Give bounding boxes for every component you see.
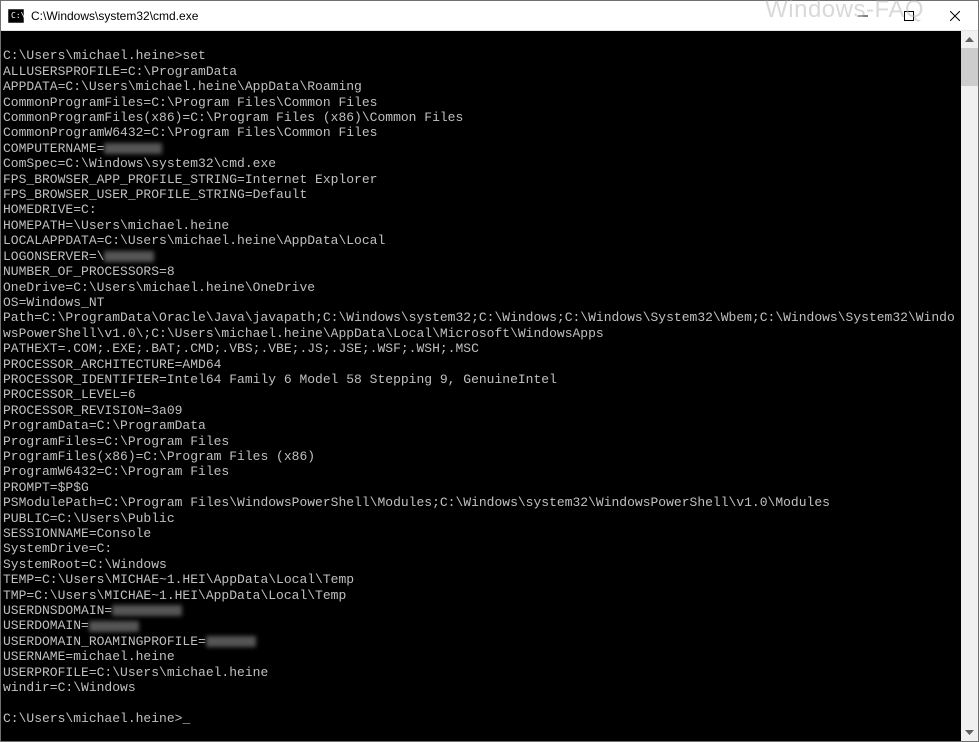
console-line: PUBLIC=C:\Users\Public bbox=[3, 511, 959, 526]
console-line: CommonProgramFiles=C:\Program Files\Comm… bbox=[3, 95, 959, 110]
console-line: ProgramFiles(x86)=C:\Program Files (x86) bbox=[3, 449, 959, 464]
console-line: PROCESSOR_IDENTIFIER=Intel64 Family 6 Mo… bbox=[3, 372, 959, 387]
vertical-scrollbar[interactable] bbox=[961, 31, 978, 741]
console-line: HOMEDRIVE=C: bbox=[3, 202, 959, 217]
maximize-button[interactable] bbox=[886, 1, 932, 30]
console-line: OS=Windows_NT bbox=[3, 295, 959, 310]
console-line: PROMPT=$P$G bbox=[3, 480, 959, 495]
console-blank-line bbox=[3, 33, 959, 48]
console-prompt: C:\Users\michael.heine> bbox=[3, 711, 959, 726]
console-line: SystemRoot=C:\Windows bbox=[3, 557, 959, 572]
console-line: TEMP=C:\Users\MICHAE~1.HEI\AppData\Local… bbox=[3, 572, 959, 587]
console-line: CommonProgramFiles(x86)=C:\Program Files… bbox=[3, 110, 959, 125]
console-line: OneDrive=C:\Users\michael.heine\OneDrive bbox=[3, 280, 959, 295]
svg-text:C:\: C:\ bbox=[11, 11, 24, 20]
console-line: HOMEPATH=\Users\michael.heine bbox=[3, 218, 959, 233]
console-line: PATHEXT=.COM;.EXE;.BAT;.CMD;.VBS;.VBE;.J… bbox=[3, 341, 959, 356]
cmd-window: C:\ C:\Windows\system32\cmd.exe C:\Users… bbox=[0, 0, 979, 742]
console-line: ProgramW6432=C:\Program Files bbox=[3, 464, 959, 479]
console-line: NUMBER_OF_PROCESSORS=8 bbox=[3, 264, 959, 279]
console-line: USERDOMAIN_ROAMINGPROFILE=XXXXX bbox=[3, 634, 959, 649]
minimize-button[interactable] bbox=[840, 1, 886, 30]
console-line: C:\Users\michael.heine>set bbox=[3, 48, 959, 63]
cmd-icon: C:\ bbox=[8, 8, 24, 24]
console-line: ALLUSERSPROFILE=C:\ProgramData bbox=[3, 64, 959, 79]
console-line: FPS_BROWSER_APP_PROFILE_STRING=Internet … bbox=[3, 172, 959, 187]
console-line: ProgramData=C:\ProgramData bbox=[3, 418, 959, 433]
console-line: windir=C:\Windows bbox=[3, 680, 959, 695]
scroll-down-button[interactable] bbox=[961, 724, 978, 741]
window-controls bbox=[840, 1, 978, 30]
console-line: LOCALAPPDATA=C:\Users\michael.heine\AppD… bbox=[3, 233, 959, 248]
console-line: FPS_BROWSER_USER_PROFILE_STRING=Default bbox=[3, 187, 959, 202]
console-line: SESSIONNAME=Console bbox=[3, 526, 959, 541]
console-line: USERNAME=michael.heine bbox=[3, 649, 959, 664]
console-line: LOGONSERVER=\XXXXX bbox=[3, 249, 959, 264]
console-line: PSModulePath=C:\Program Files\WindowsPow… bbox=[3, 495, 959, 510]
console-line: CommonProgramW6432=C:\Program Files\Comm… bbox=[3, 125, 959, 140]
close-button[interactable] bbox=[932, 1, 978, 30]
console-line: SystemDrive=C: bbox=[3, 541, 959, 556]
scroll-up-button[interactable] bbox=[961, 31, 978, 48]
console-line: PROCESSOR_REVISION=3a09 bbox=[3, 403, 959, 418]
console-line: ProgramFiles=C:\Program Files bbox=[3, 434, 959, 449]
console-line: USERDNSDOMAIN=XXXXX bbox=[3, 603, 959, 618]
console-line: PROCESSOR_LEVEL=6 bbox=[3, 387, 959, 402]
console-line: APPDATA=C:\Users\michael.heine\AppData\R… bbox=[3, 79, 959, 94]
console-line: ComSpec=C:\Windows\system32\cmd.exe bbox=[3, 156, 959, 171]
console-blank-line bbox=[3, 695, 959, 710]
console-area: C:\Users\michael.heine>setALLUSERSPROFIL… bbox=[1, 31, 978, 741]
titlebar[interactable]: C:\ C:\Windows\system32\cmd.exe bbox=[1, 1, 978, 31]
console-line: USERPROFILE=C:\Users\michael.heine bbox=[3, 665, 959, 680]
console-line: PROCESSOR_ARCHITECTURE=AMD64 bbox=[3, 357, 959, 372]
scroll-track[interactable] bbox=[961, 48, 978, 724]
console-output[interactable]: C:\Users\michael.heine>setALLUSERSPROFIL… bbox=[1, 31, 961, 741]
console-line: Path=C:\ProgramData\Oracle\Java\javapath… bbox=[3, 310, 959, 341]
console-line: COMPUTERNAME=XXXXX bbox=[3, 141, 959, 156]
window-title: C:\Windows\system32\cmd.exe bbox=[31, 9, 840, 23]
console-line: USERDOMAIN=XXXXX bbox=[3, 618, 959, 633]
console-line: TMP=C:\Users\MICHAE~1.HEI\AppData\Local\… bbox=[3, 588, 959, 603]
scroll-thumb[interactable] bbox=[961, 48, 978, 86]
